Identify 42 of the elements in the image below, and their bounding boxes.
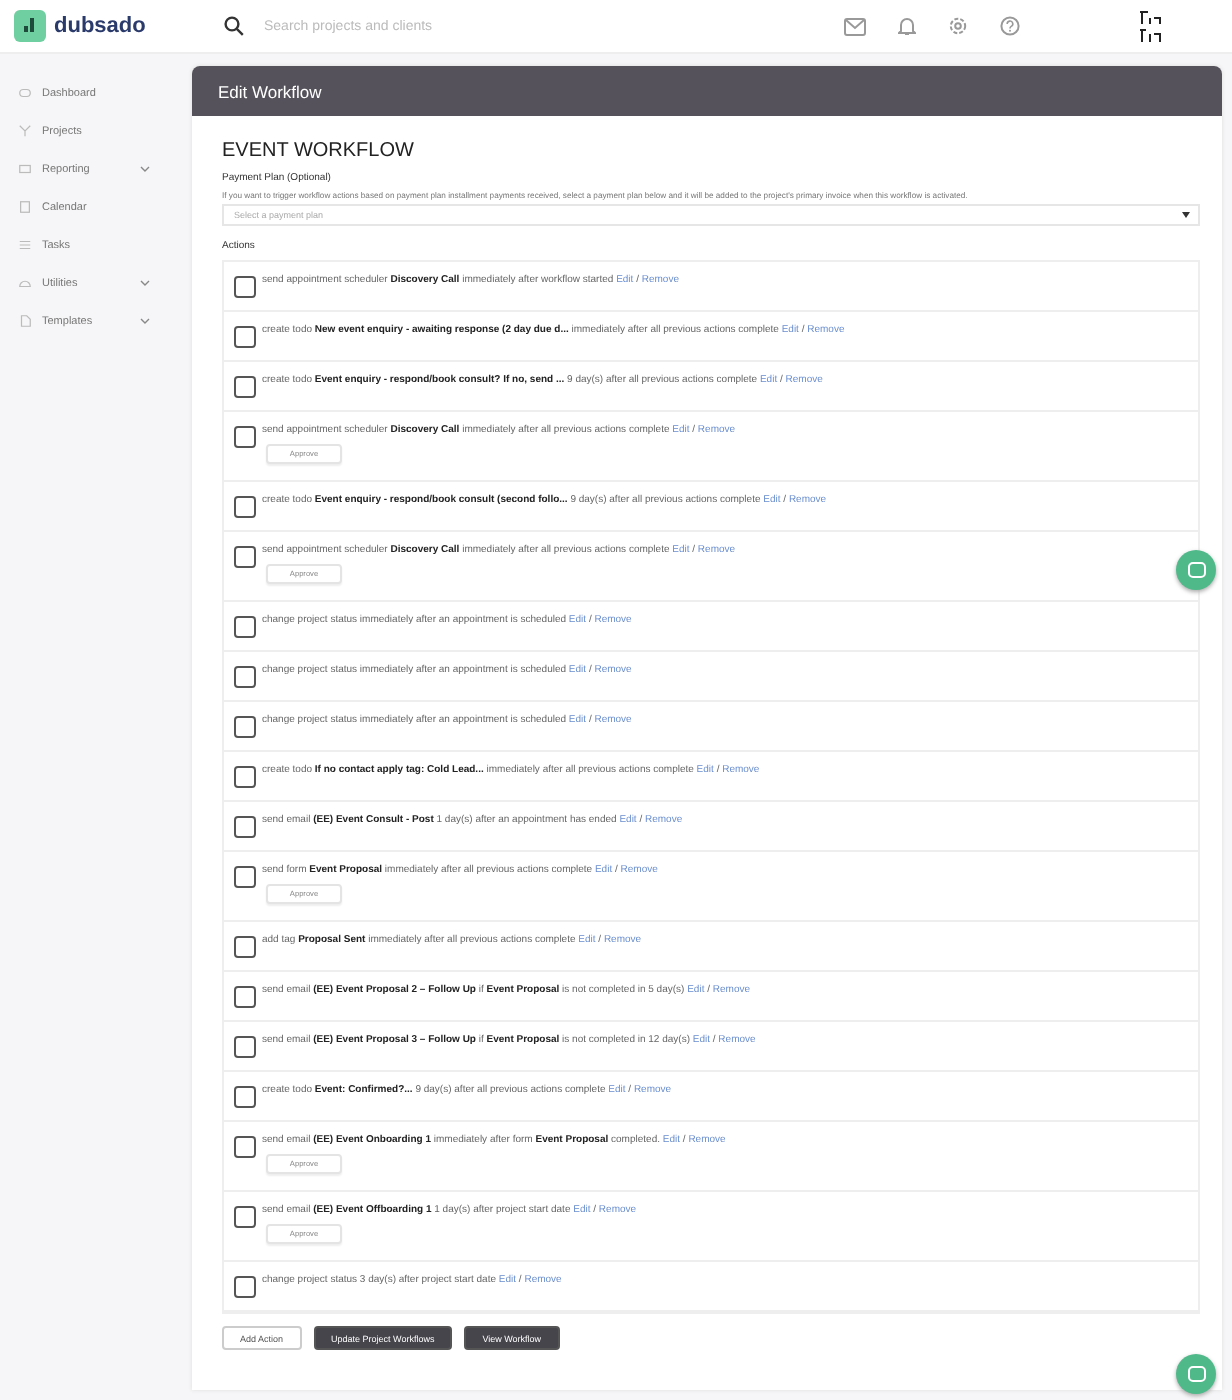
menu-item-icon <box>18 200 32 214</box>
bell-icon[interactable] <box>898 16 916 36</box>
checkbox[interactable] <box>234 816 256 838</box>
menu-item-icon <box>18 124 32 138</box>
account-logo-icon[interactable] <box>1136 8 1164 44</box>
help-icon[interactable] <box>1000 16 1020 36</box>
checkbox[interactable] <box>234 866 256 888</box>
checkbox[interactable] <box>234 546 256 568</box>
chevron-icon[interactable] <box>140 280 150 286</box>
checkbox[interactable] <box>234 276 256 298</box>
checkbox[interactable] <box>234 666 256 688</box>
checkbox[interactable] <box>234 376 256 398</box>
search-icon[interactable] <box>224 16 244 36</box>
brand-logo-icon <box>14 10 46 42</box>
checkbox[interactable] <box>234 496 256 518</box>
brand-name: dubsado <box>54 14 146 38</box>
chat-bubble-icon <box>1187 1365 1205 1383</box>
menu-item-icon <box>18 86 32 100</box>
chevron-icon[interactable] <box>140 318 150 324</box>
checkbox[interactable] <box>234 1206 256 1228</box>
menu-item-icon <box>18 238 32 252</box>
menu-item-icon <box>18 314 32 328</box>
caret-icon <box>1182 212 1190 218</box>
checkbox[interactable] <box>234 1136 256 1158</box>
settings-icon[interactable] <box>948 16 968 36</box>
checkbox[interactable] <box>234 936 256 958</box>
checkbox[interactable] <box>234 1086 256 1108</box>
menu-item-icon <box>18 162 32 176</box>
checkbox[interactable] <box>234 1036 256 1058</box>
checkbox[interactable] <box>234 1276 256 1298</box>
menu-item-icon <box>18 276 32 290</box>
panel-header: Edit Workflow <box>192 66 1222 116</box>
checkbox[interactable] <box>234 986 256 1008</box>
checkbox[interactable] <box>234 426 256 448</box>
chat-bubble-icon <box>1187 561 1205 579</box>
chevron-icon[interactable] <box>140 166 150 172</box>
checkbox[interactable] <box>234 616 256 638</box>
checkbox[interactable] <box>234 716 256 738</box>
mail-icon[interactable] <box>844 17 866 35</box>
checkbox[interactable] <box>234 326 256 348</box>
checkbox[interactable] <box>234 766 256 788</box>
workflow-title: EVENT WORKFLOW <box>222 140 416 162</box>
